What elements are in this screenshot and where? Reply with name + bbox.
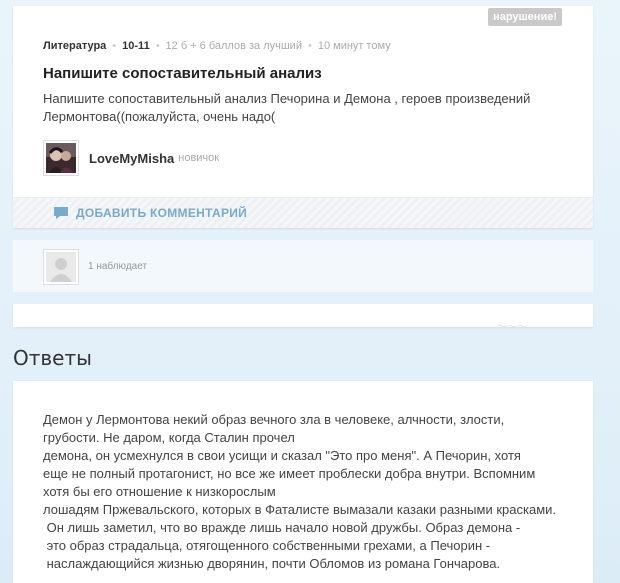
answers-heading: Ответы [13, 346, 92, 370]
add-comment-button[interactable]: ДОБАВИТЬ КОММЕНТАРИЙ [53, 206, 247, 220]
user-photo-icon [46, 143, 76, 173]
answer-line: демона, он усмехнулся в свои усищи и ска… [43, 448, 521, 463]
answer-text: Демон у Лермонтова некий образ вечного з… [43, 411, 573, 573]
question-title: Напишите сопоставительный анализ [43, 65, 322, 82]
answer-line: хотя бы его отношение к низкорослым [43, 484, 276, 499]
author-name[interactable]: LoveMyMisha [89, 151, 174, 166]
watchers-count: 1 наблюдает [88, 261, 148, 272]
answer-card: Демон у Лермонтова некий образ вечного з… [13, 381, 593, 583]
answer-line: наслаждающийся жизнью дворянин, почти Об… [43, 556, 501, 571]
points-label: 12 б + 6 баллов за лучший [165, 40, 302, 52]
speech-bubble-icon [54, 207, 68, 219]
meta-separator: • [307, 40, 312, 52]
question-author: LoveMyMisha новичок [43, 140, 219, 176]
add-comment-label: ДОБАВИТЬ КОММЕНТАРИЙ [76, 206, 248, 220]
decorative-wave: 〜〜〜 [497, 322, 527, 333]
default-user-icon [46, 252, 76, 282]
avatar[interactable] [43, 140, 79, 176]
meta-separator: • [112, 40, 117, 52]
meta-separator: • [155, 40, 160, 52]
grade-link[interactable]: 10-11 [122, 40, 150, 52]
watcher-avatar[interactable] [43, 249, 79, 285]
author-rank: новичок [178, 152, 220, 164]
answer-line: грубости. Не даром, когда Сталин прочел [43, 430, 295, 445]
question-meta: Литература • 10-11 • 12 б + 6 баллов за лучш… [43, 40, 391, 52]
report-button[interactable]: нарушение! [488, 8, 562, 26]
answer-line: это образ страдальца, отягощенного собст… [43, 538, 491, 553]
answer-line: Демон у Лермонтова некий образ вечного з… [43, 412, 505, 427]
question-body: Напишите сопоставительный анализ Печорин… [43, 91, 531, 124]
question-card: нарушение! Литература • 10-11 • 12 б + 6 бал… [13, 6, 593, 228]
answer-line: еще не полный протагонист, но все же име… [43, 466, 536, 481]
answer-line: лошадям Пржевальского, которых в Фаталис… [43, 502, 556, 517]
comment-bar: ДОБАВИТЬ КОММЕНТАРИЙ [13, 197, 593, 228]
time-label: 10 минут тому [317, 40, 391, 52]
subject-link[interactable]: Литература [43, 40, 106, 52]
watchers-panel: 1 наблюдает [13, 240, 593, 292]
answer-line: Он лишь заметил, что во вражде лишь нача… [43, 520, 521, 535]
